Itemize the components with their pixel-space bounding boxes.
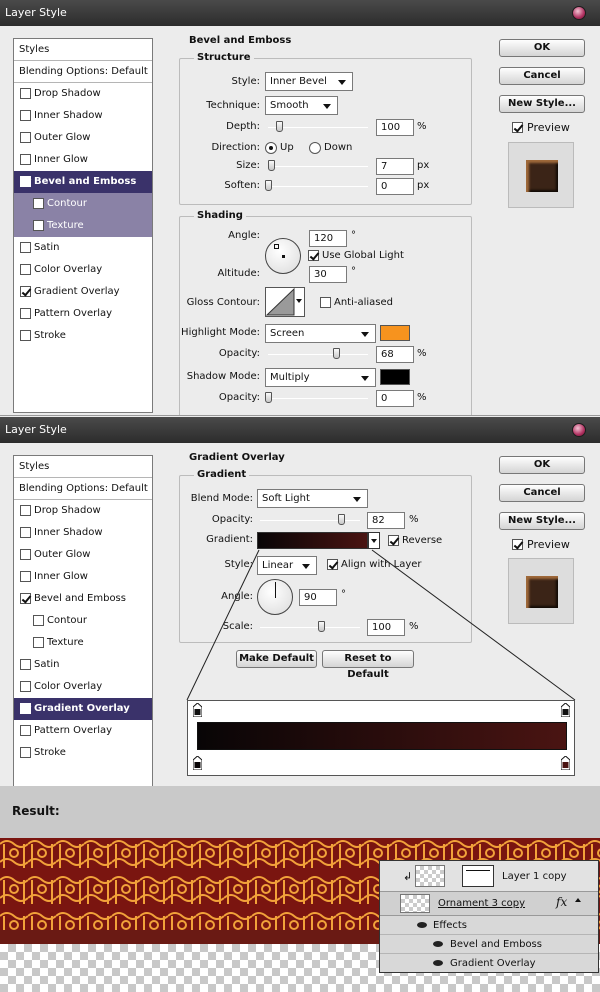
- result-label: Result:: [12, 804, 60, 818]
- gradient-bar[interactable]: [197, 722, 567, 750]
- layer-thumbnail: [400, 894, 430, 913]
- fx-icon[interactable]: fx: [556, 895, 567, 909]
- effect-label: Gradient Overlay: [450, 958, 536, 969]
- color-stop-left[interactable]: [193, 756, 202, 770]
- effect-row-bevel[interactable]: Bevel and Emboss: [380, 935, 598, 954]
- mask-stroke: [466, 870, 490, 871]
- eye-icon[interactable]: [417, 922, 427, 928]
- layers-panel: ↲ Layer 1 copy Ornament 3 copy fx Effect…: [379, 860, 599, 973]
- callout-line-right: [371, 549, 576, 701]
- layer-name: Ornament 3 copy: [438, 898, 526, 909]
- layer-thumbnail: [415, 865, 445, 887]
- layer-name: Layer 1 copy: [502, 871, 567, 882]
- effects-row[interactable]: Effects: [380, 916, 598, 935]
- effect-row-gradient[interactable]: Gradient Overlay: [380, 954, 598, 973]
- opacity-stop-right[interactable]: [561, 703, 570, 717]
- effect-label: Bevel and Emboss: [450, 939, 542, 950]
- eye-icon[interactable]: [433, 941, 443, 947]
- callout-line-left: [186, 549, 260, 701]
- layer-row-layer1[interactable]: ↲ Layer 1 copy: [380, 861, 598, 892]
- effects-label: Effects: [433, 920, 467, 931]
- gradient-editor-zoom: [187, 700, 575, 776]
- color-stop-right[interactable]: [561, 756, 570, 770]
- layer-mask-thumbnail: [462, 865, 494, 887]
- eye-icon[interactable]: [433, 960, 443, 966]
- layer-row-ornament[interactable]: Ornament 3 copy fx: [380, 892, 598, 916]
- link-icon: ↲: [403, 870, 413, 883]
- opacity-stop-left[interactable]: [193, 703, 202, 717]
- collapse-icon[interactable]: [575, 898, 581, 902]
